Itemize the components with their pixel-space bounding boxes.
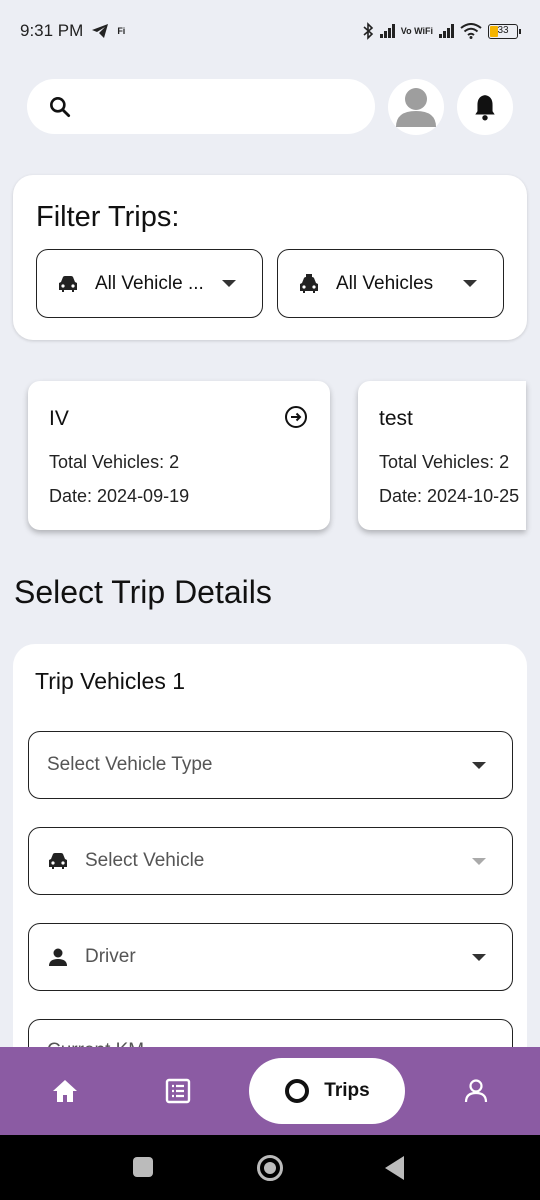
vehicle-type-filter-label: All Vehicle ... bbox=[95, 272, 204, 294]
system-navigation-bar bbox=[0, 1135, 540, 1200]
trip-total-vehicles: Total Vehicles: 2 bbox=[379, 452, 510, 472]
driver-placeholder: Driver bbox=[85, 946, 136, 967]
profile-avatar-button[interactable] bbox=[388, 79, 444, 135]
trip-name: IV bbox=[49, 407, 69, 430]
trip-date: Date: 2024-10-25 bbox=[379, 486, 520, 506]
list-icon bbox=[165, 1078, 191, 1104]
vehicle-select[interactable]: Select Vehicle bbox=[28, 827, 513, 895]
chevron-down-icon bbox=[222, 280, 236, 287]
signal-icon-2 bbox=[439, 24, 454, 38]
status-left: 9:31 PM Fi bbox=[20, 21, 125, 41]
trip-card[interactable]: IV Total Vehicles: 2 Date: 2024-09-19 bbox=[28, 381, 330, 530]
arrow-right-circle-icon[interactable] bbox=[284, 405, 308, 429]
chevron-down-icon bbox=[472, 761, 486, 769]
battery-level: 33 bbox=[497, 24, 509, 36]
vehicle-type-select[interactable]: Select Vehicle Type bbox=[28, 731, 513, 799]
fi-icon: Fi bbox=[117, 26, 126, 36]
status-time: 9:31 PM bbox=[20, 21, 84, 40]
bottom-navigation: Trips bbox=[0, 1047, 540, 1135]
trip-details-card: Trip Vehicles 1 Select Vehicle Type Sele… bbox=[13, 644, 527, 1087]
trip-vehicles-subtitle: Trip Vehicles 1 bbox=[35, 668, 185, 694]
home-icon bbox=[53, 1080, 77, 1102]
status-bar: 9:31 PM Fi Vo WiFi 33 bbox=[0, 0, 540, 62]
nav-home[interactable] bbox=[40, 1047, 90, 1135]
driver-select[interactable]: Driver bbox=[28, 923, 513, 991]
chevron-down-icon bbox=[472, 857, 486, 865]
nav-profile[interactable] bbox=[451, 1047, 501, 1135]
search-icon bbox=[50, 96, 71, 117]
filter-card: Filter Trips: All Vehicle ... All Vehicl… bbox=[13, 175, 527, 340]
recents-button[interactable] bbox=[133, 1157, 153, 1177]
person-icon bbox=[464, 1079, 488, 1103]
trips-icon bbox=[285, 1079, 310, 1103]
vehicle-placeholder: Select Vehicle bbox=[85, 850, 205, 871]
trip-name: test bbox=[379, 407, 413, 430]
section-title: Select Trip Details bbox=[14, 574, 272, 610]
home-button[interactable] bbox=[257, 1155, 283, 1181]
signal-icon bbox=[379, 24, 395, 38]
status-right: Vo WiFi 33 bbox=[362, 22, 521, 40]
back-button[interactable] bbox=[385, 1156, 404, 1180]
chevron-down-icon bbox=[463, 280, 477, 287]
taxi-icon bbox=[300, 273, 318, 293]
telegram-icon bbox=[92, 24, 109, 38]
chevron-down-icon bbox=[472, 953, 486, 961]
trip-date: Date: 2024-09-19 bbox=[49, 486, 190, 506]
nav-trips-active[interactable]: Trips bbox=[249, 1058, 405, 1124]
bell-icon bbox=[475, 95, 495, 121]
wifi-icon bbox=[460, 23, 482, 39]
notifications-button[interactable] bbox=[457, 79, 513, 135]
person-icon bbox=[47, 946, 69, 968]
search-bar[interactable] bbox=[27, 79, 375, 134]
trip-total-vehicles: Total Vehicles: 2 bbox=[49, 452, 180, 472]
filter-title: Filter Trips: bbox=[36, 201, 180, 233]
car-icon bbox=[47, 851, 69, 871]
nav-trips-label: Trips bbox=[324, 1080, 370, 1101]
bluetooth-icon bbox=[363, 22, 373, 40]
vehicles-filter-dropdown[interactable]: All Vehicles bbox=[277, 249, 504, 318]
network-label: Vo WiFi bbox=[400, 25, 433, 36]
vehicle-type-filter-dropdown[interactable]: All Vehicle ... bbox=[36, 249, 263, 318]
trip-card[interactable]: test Total Vehicles: 2 Date: 2024-10-25 bbox=[358, 381, 526, 530]
car-icon bbox=[59, 275, 77, 292]
battery-icon: 33 bbox=[488, 23, 521, 39]
vehicles-filter-label: All Vehicles bbox=[336, 272, 434, 294]
nav-list[interactable] bbox=[153, 1047, 203, 1135]
avatar-icon bbox=[396, 88, 436, 127]
vehicle-type-placeholder: Select Vehicle Type bbox=[47, 754, 213, 775]
